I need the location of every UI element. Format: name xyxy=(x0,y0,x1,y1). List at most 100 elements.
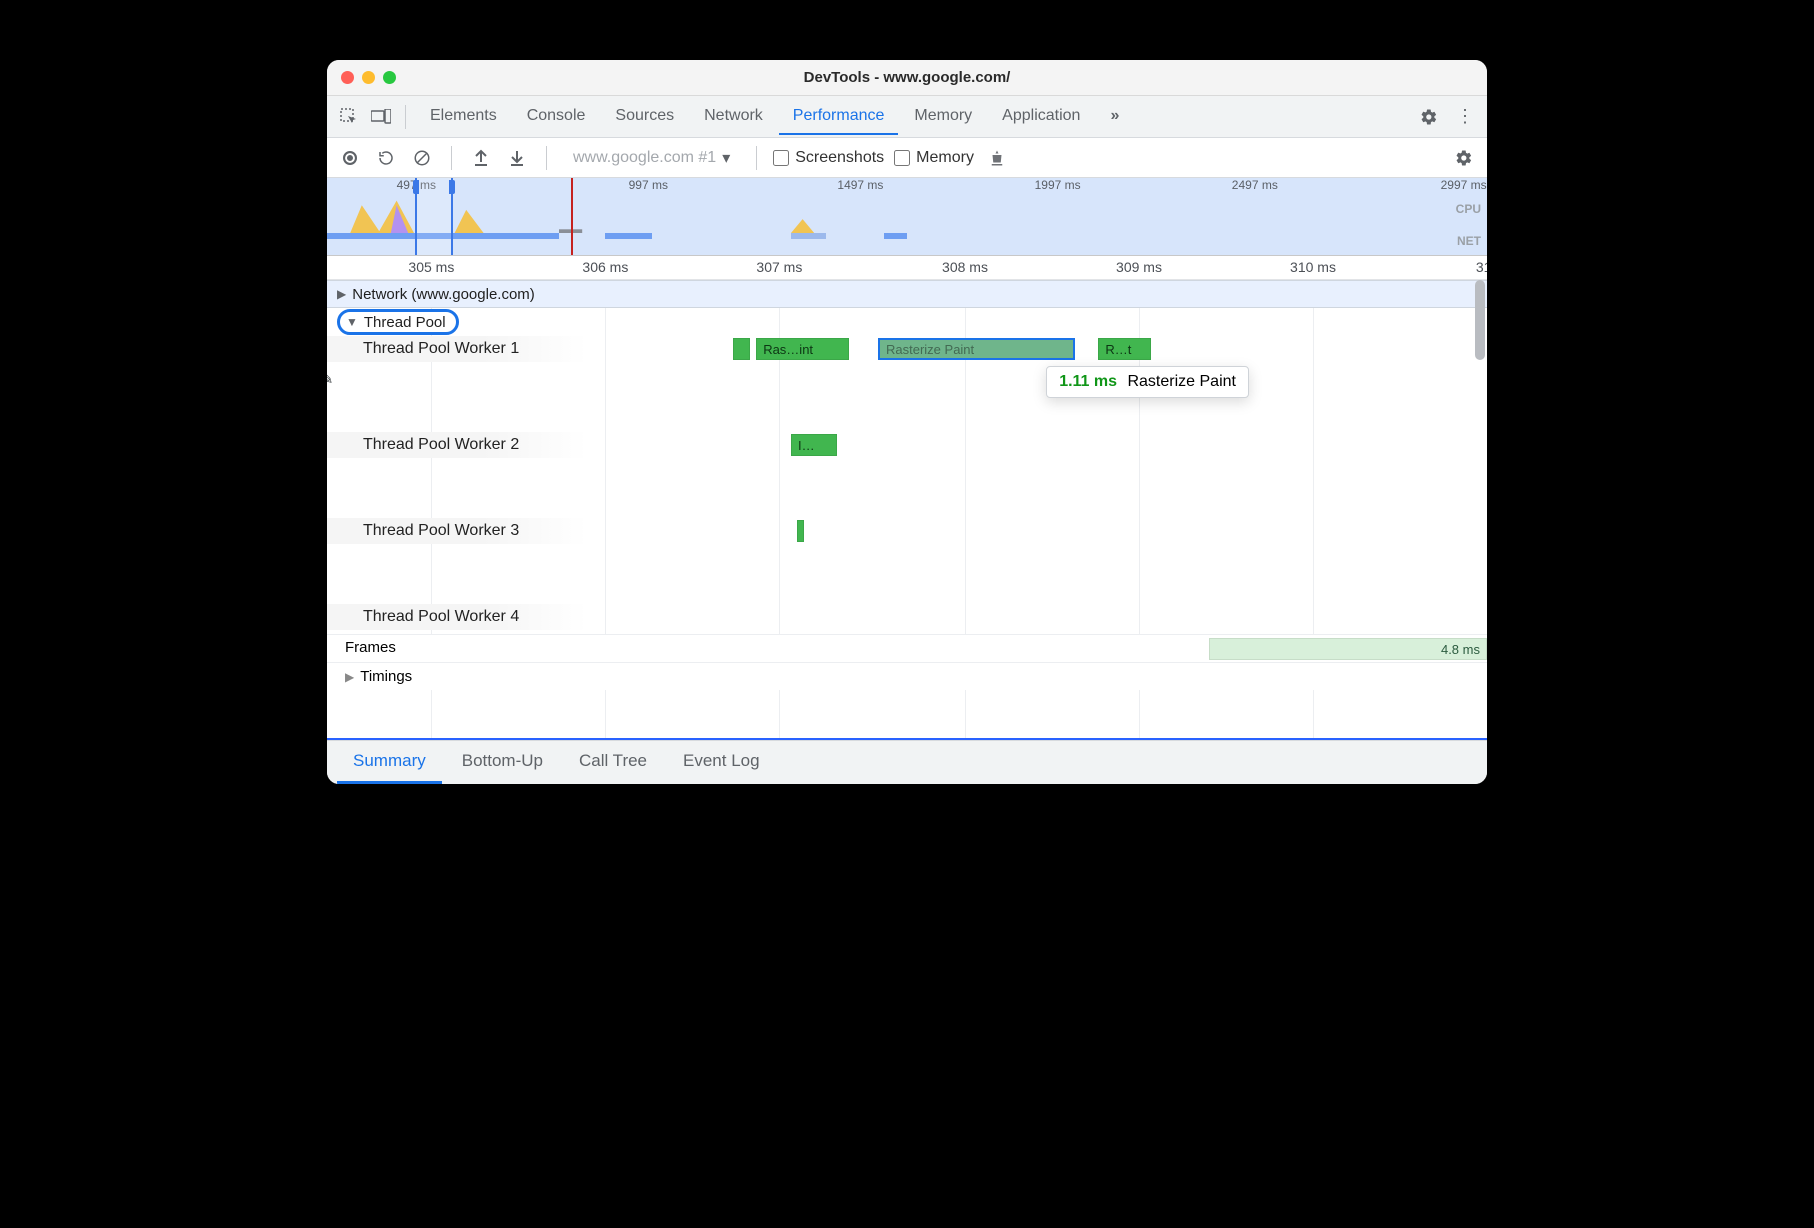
flame-block[interactable]: R…t xyxy=(1098,338,1150,360)
lane-label: Thread Pool Worker 2 xyxy=(363,436,519,454)
thread-pool-label: Thread Pool xyxy=(364,314,446,331)
screenshots-checkbox-input[interactable] xyxy=(773,150,789,166)
overview-tick: 2497 ms xyxy=(1232,178,1278,192)
overview-net-label: NET xyxy=(1457,234,1481,248)
thread-pool-header-row[interactable]: ▼ Thread Pool xyxy=(327,308,1487,336)
performance-toolbar: www.google.com #1 ▾ Screenshots Memory xyxy=(327,138,1487,178)
screenshots-label: Screenshots xyxy=(795,149,884,167)
network-track-label: Network (www.google.com) xyxy=(352,286,535,303)
screenshots-checkbox[interactable]: Screenshots xyxy=(773,149,884,167)
tooltip-name: Rasterize Paint xyxy=(1127,373,1236,390)
overview-marker xyxy=(571,178,573,255)
tab-call-tree[interactable]: Call Tree xyxy=(563,741,663,784)
tab-sources[interactable]: Sources xyxy=(601,99,688,135)
tab-application[interactable]: Application xyxy=(988,99,1094,135)
tab-bottom-up[interactable]: Bottom-Up xyxy=(446,741,559,784)
selection-handle-right[interactable] xyxy=(449,180,455,194)
tab-memory[interactable]: Memory xyxy=(900,99,986,135)
overview-ruler: 497 ms 997 ms 1497 ms 1997 ms 2497 ms 29… xyxy=(327,178,1487,196)
flame-block[interactable]: I… xyxy=(791,434,837,456)
overview-tick: 2997 ms xyxy=(1441,178,1487,192)
overview-tick: 1497 ms xyxy=(837,178,883,192)
network-track-header[interactable]: ▶ Network (www.google.com) xyxy=(327,280,1487,308)
memory-checkbox[interactable]: Memory xyxy=(894,149,974,167)
separator xyxy=(756,146,757,170)
timeline-overview[interactable]: 497 ms 997 ms 1497 ms 1997 ms 2497 ms 29… xyxy=(327,178,1487,256)
thread-pool-highlight: ▼ Thread Pool xyxy=(337,309,459,335)
download-profile-button[interactable] xyxy=(504,145,530,171)
reload-record-button[interactable] xyxy=(373,145,399,171)
overview-cpu-label: CPU xyxy=(1456,202,1481,216)
thread-pool-worker-4-lane[interactable]: Thread Pool Worker 4 xyxy=(327,604,1487,634)
clear-button[interactable] xyxy=(409,145,435,171)
tab-console[interactable]: Console xyxy=(513,99,600,135)
minimize-window-button[interactable] xyxy=(362,71,375,84)
window-title: DevTools - www.google.com/ xyxy=(327,69,1487,86)
record-button[interactable] xyxy=(337,145,363,171)
close-window-button[interactable] xyxy=(341,71,354,84)
profile-selector[interactable]: www.google.com #1 ▾ xyxy=(563,148,740,168)
tab-network[interactable]: Network xyxy=(690,99,777,135)
frames-label: Frames xyxy=(345,639,396,656)
ruler-tick: 309 ms xyxy=(1116,259,1162,275)
toolbar-right: ⋮ xyxy=(1415,103,1479,131)
separator xyxy=(451,146,452,170)
selection-handle-left[interactable] xyxy=(413,180,419,194)
overview-tick: 997 ms xyxy=(629,178,668,192)
chevron-right-icon: ▶ xyxy=(345,670,354,684)
chevron-down-icon: ▾ xyxy=(722,148,730,168)
window-controls xyxy=(341,71,396,84)
timings-track-header[interactable]: ▶ Timings xyxy=(327,662,1487,690)
ruler-tick: 305 ms xyxy=(408,259,454,275)
flamechart-tracks[interactable]: ▶ Network (www.google.com) ▼ Thread Pool… xyxy=(327,280,1487,740)
ruler-tick: 306 ms xyxy=(582,259,628,275)
ruler-tick: 310 ms xyxy=(1290,259,1336,275)
edit-icon[interactable]: ✎ xyxy=(327,370,337,388)
thread-pool-worker-1-lane[interactable]: ✎ Thread Pool Worker 1 Ras…int Rasterize… xyxy=(327,336,1487,432)
flamechart-ruler[interactable]: 305 ms 306 ms 307 ms 308 ms 309 ms 310 m… xyxy=(327,256,1487,280)
profile-label: www.google.com #1 xyxy=(573,149,716,167)
ruler-tick: 307 ms xyxy=(756,259,802,275)
thread-pool-worker-3-lane[interactable]: Thread Pool Worker 3 xyxy=(327,518,1487,604)
thread-pool-worker-2-lane[interactable]: Thread Pool Worker 2 I… xyxy=(327,432,1487,518)
gear-icon[interactable] xyxy=(1415,103,1443,131)
memory-checkbox-input[interactable] xyxy=(894,150,910,166)
ruler-tick: 308 ms xyxy=(942,259,988,275)
tab-elements[interactable]: Elements xyxy=(416,99,511,135)
overview-selection-window[interactable] xyxy=(415,178,453,255)
vertical-scrollbar[interactable] xyxy=(1475,280,1485,360)
flame-block-selected[interactable]: Rasterize Paint xyxy=(878,338,1075,360)
separator xyxy=(546,146,547,170)
tab-event-log[interactable]: Event Log xyxy=(667,741,776,784)
upload-profile-button[interactable] xyxy=(468,145,494,171)
separator xyxy=(405,105,406,129)
chevron-right-icon: ▶ xyxy=(337,287,346,301)
tab-performance[interactable]: Performance xyxy=(779,99,899,135)
frames-track[interactable]: Frames 4.8 ms xyxy=(327,634,1487,662)
lane-label: Thread Pool Worker 1 xyxy=(363,340,519,358)
devtools-window: DevTools - www.google.com/ Elements Cons… xyxy=(327,60,1487,784)
panel-tabs: Elements Console Sources Network Perform… xyxy=(416,99,1411,135)
device-toggle-icon[interactable] xyxy=(367,103,395,131)
flame-block[interactable]: Ras…int xyxy=(756,338,849,360)
overview-net xyxy=(327,233,1487,239)
titlebar: DevTools - www.google.com/ xyxy=(327,60,1487,96)
capture-settings-gear-icon[interactable] xyxy=(1451,145,1477,171)
flame-block[interactable] xyxy=(733,338,750,360)
frame-block[interactable]: 4.8 ms xyxy=(1209,638,1487,660)
garbage-collect-button[interactable] xyxy=(984,145,1010,171)
inspect-icon[interactable] xyxy=(335,103,363,131)
tabs-overflow-button[interactable]: » xyxy=(1096,99,1133,135)
main-toolbar: Elements Console Sources Network Perform… xyxy=(327,96,1487,138)
lane-label: Thread Pool Worker 4 xyxy=(363,608,519,626)
timings-label: Timings xyxy=(360,668,412,685)
hover-tooltip: 1.11 ms Rasterize Paint xyxy=(1046,366,1249,398)
lane-label: Thread Pool Worker 3 xyxy=(363,522,519,540)
kebab-menu-icon[interactable]: ⋮ xyxy=(1451,103,1479,131)
chevron-down-icon: ▼ xyxy=(346,315,358,329)
memory-label: Memory xyxy=(916,149,974,167)
details-tabs: Summary Bottom-Up Call Tree Event Log xyxy=(327,740,1487,784)
flame-block[interactable] xyxy=(797,520,804,542)
zoom-window-button[interactable] xyxy=(383,71,396,84)
tab-summary[interactable]: Summary xyxy=(337,741,442,784)
